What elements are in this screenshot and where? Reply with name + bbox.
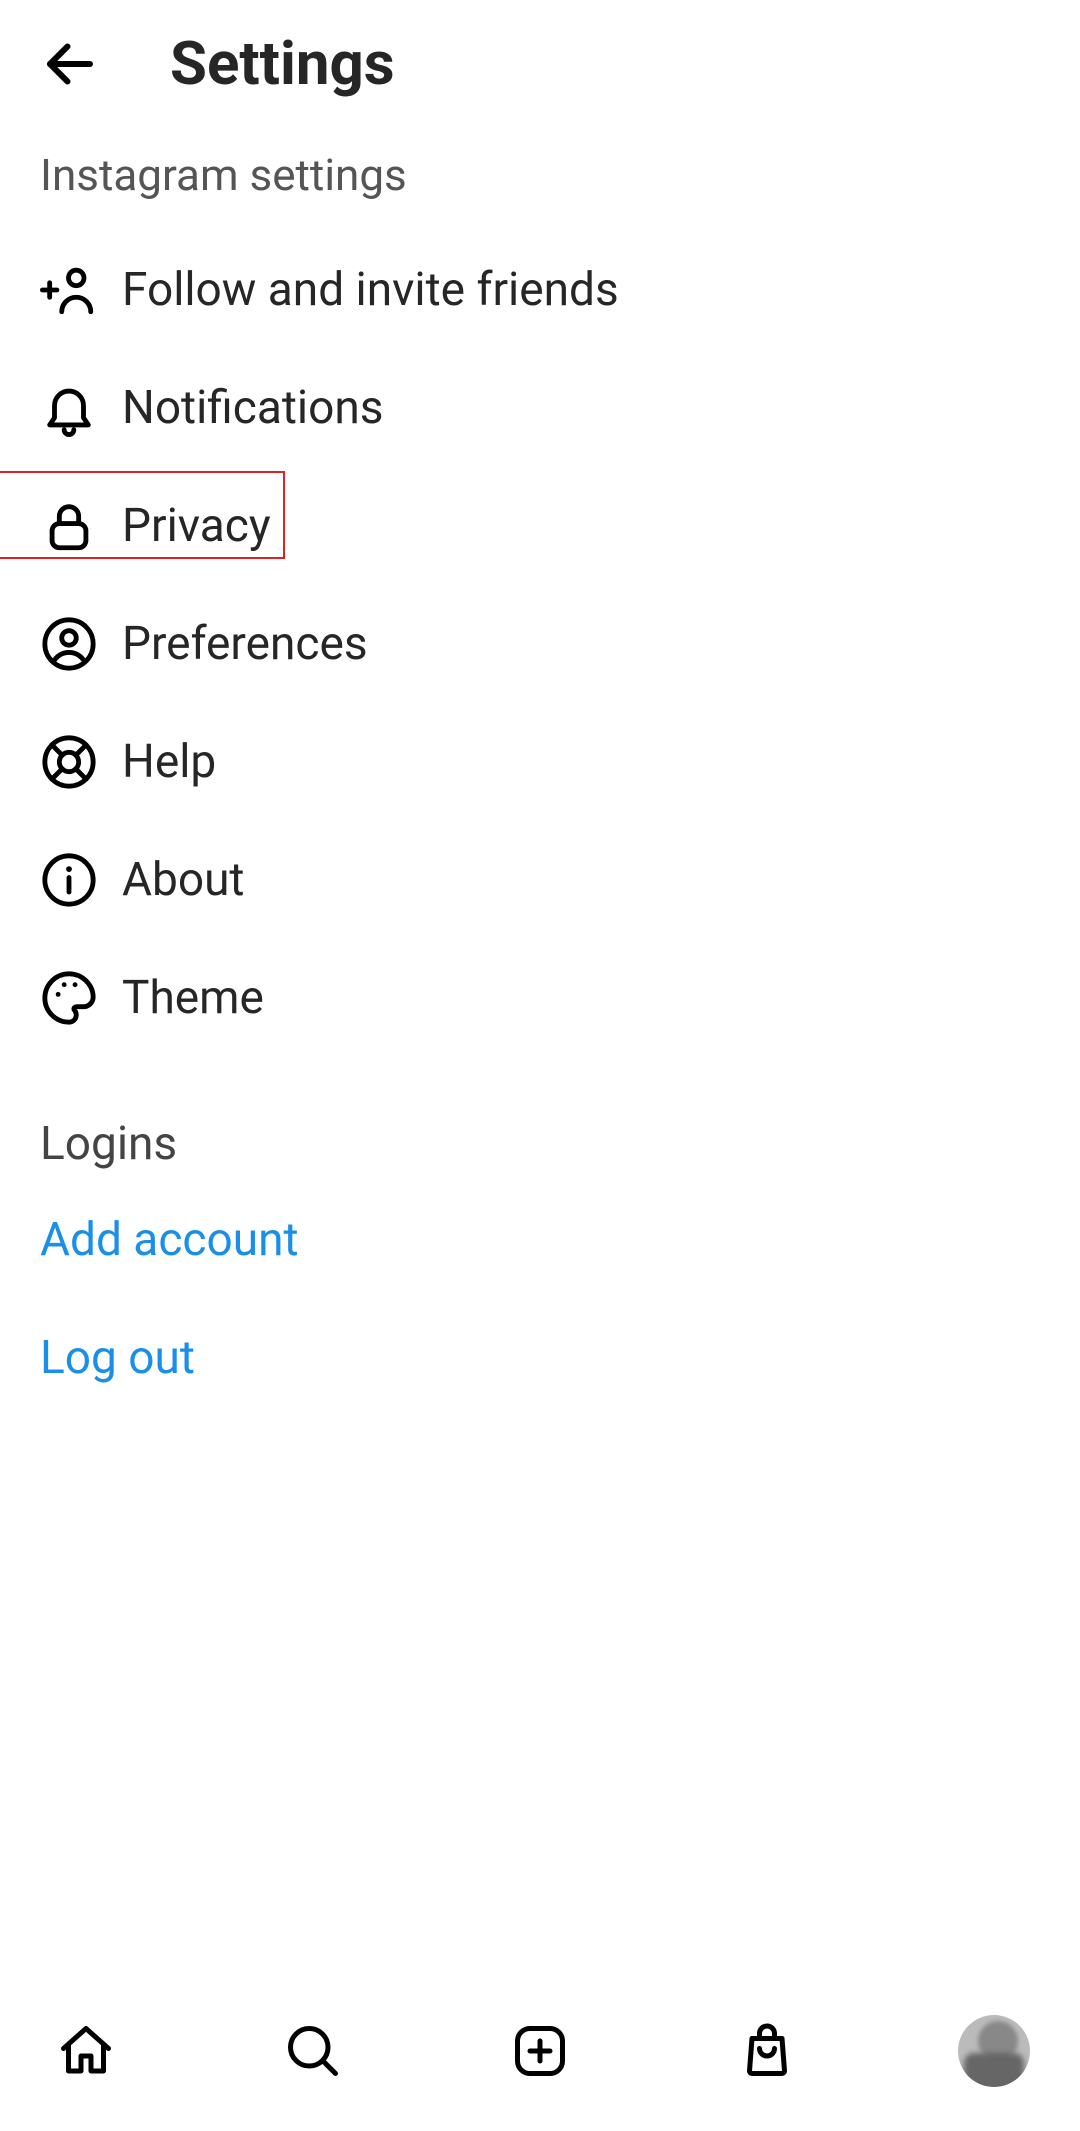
shopping-bag-icon xyxy=(737,2021,797,2081)
item-help[interactable]: Help xyxy=(0,703,1080,821)
plus-square-icon xyxy=(510,2021,570,2081)
home-icon xyxy=(56,2021,116,2081)
settings-item-label: Preferences xyxy=(122,617,368,671)
palette-icon xyxy=(40,969,98,1027)
settings-items: Follow and invite friends Notifications … xyxy=(0,211,1080,1057)
link-label: Add account xyxy=(40,1213,299,1267)
search-icon xyxy=(283,2021,343,2081)
header: Settings xyxy=(0,0,1080,119)
nav-create[interactable] xyxy=(504,2015,576,2087)
lifebuoy-icon xyxy=(40,733,98,791)
back-arrow-icon xyxy=(40,34,100,94)
person-add-icon xyxy=(40,261,98,319)
item-follow-invite-friends[interactable]: Follow and invite friends xyxy=(0,231,1080,349)
settings-item-label: Follow and invite friends xyxy=(122,263,619,317)
item-notifications[interactable]: Notifications xyxy=(0,349,1080,467)
info-icon xyxy=(40,851,98,909)
back-button[interactable] xyxy=(40,34,100,94)
item-preferences[interactable]: Preferences xyxy=(0,585,1080,703)
settings-item-label: About xyxy=(122,853,244,907)
item-theme[interactable]: Theme xyxy=(0,939,1080,1057)
link-label: Log out xyxy=(40,1331,195,1385)
item-privacy[interactable]: Privacy xyxy=(0,467,1080,585)
nav-search[interactable] xyxy=(277,2015,349,2087)
settings-item-label: Privacy xyxy=(122,499,271,553)
settings-item-label: Theme xyxy=(122,971,264,1025)
settings-item-label: Help xyxy=(122,735,216,789)
logout-link[interactable]: Log out xyxy=(0,1299,1080,1417)
bell-icon xyxy=(40,379,98,437)
bottom-navbar xyxy=(0,2001,1080,2131)
user-circle-icon xyxy=(40,615,98,673)
settings-item-label: Notifications xyxy=(122,381,384,435)
avatar-icon xyxy=(958,2015,1030,2087)
nav-shop[interactable] xyxy=(731,2015,803,2087)
page-title: Settings xyxy=(170,28,395,99)
section-header-instagram-settings: Instagram settings xyxy=(0,119,1080,211)
lock-icon xyxy=(40,497,98,555)
item-about[interactable]: About xyxy=(0,821,1080,939)
nav-home[interactable] xyxy=(50,2015,122,2087)
add-account-link[interactable]: Add account xyxy=(0,1181,1080,1299)
section-header-logins: Logins xyxy=(0,1057,1080,1181)
nav-profile[interactable] xyxy=(958,2015,1030,2087)
